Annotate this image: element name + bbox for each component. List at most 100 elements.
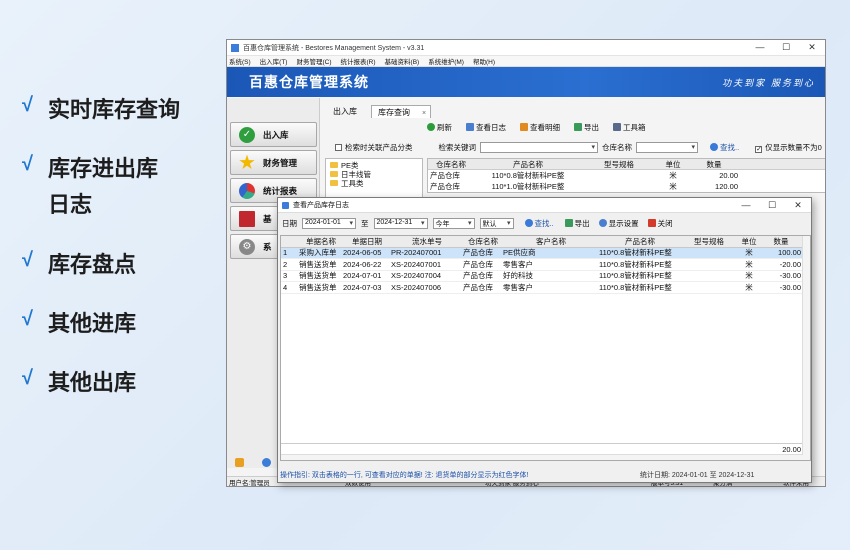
export-icon [574,123,582,131]
check-icon: √ [22,94,33,116]
view-detail-button[interactable]: 查看明细 [520,122,560,133]
display-settings-button[interactable]: 显示设置 [598,218,639,229]
dialog-status-bar: 操作指引: 双击表格的一行, 可查看对应的单据! 注: 退货单的部分显示为红色字… [278,469,811,481]
table-row[interactable]: 4 销售送货单 2024-07-03 XS-202407006 产品仓库 零售客… [281,282,810,294]
date-to-input[interactable]: 2024-12-31 [373,217,428,229]
date-from-input[interactable]: 2024-01-01 [302,217,356,229]
feature-stocktake: √ 库存盘点 [22,249,137,278]
search-icon [710,142,718,151]
warehouse-label: 仓库名称 [602,142,632,152]
dialog-titlebar: 查看产品库存日志 — ☐ ✕ [278,198,811,213]
detail-icon [520,123,528,131]
dialog-close-button[interactable]: 关闭 [647,218,673,229]
settings-icon [598,218,607,227]
table-row[interactable]: 3 销售送货单 2024-07-01 XS-202407004 产品仓库 好的科… [281,271,810,282]
stock-grid: 仓库名称 产品名称 型号规格 单位 数量 产品仓库 110*0.8管材新科PE整… [427,158,825,193]
folder-icon [330,162,338,168]
category-tree: PE类 日丰线管 工具类 [325,158,423,198]
menu-basic-data[interactable]: 基础资料(B) [385,56,420,66]
banner-slogan: 功夫到家 服务到心 [722,78,815,89]
table-row[interactable]: 2 销售送货单 2024-06-22 XS-202407001 产品仓库 零售客… [281,259,810,271]
related-category-checkbox[interactable]: 检索时关联产品分类 [335,142,413,153]
stock-log-dialog: 查看产品库存日志 — ☐ ✕ 日期 2024-01-01 至 2024-12-3… [277,197,812,483]
tab-stock-query[interactable]: 库存查询 × [371,105,432,118]
date-label: 日期 [282,218,297,228]
search-row: 检索时关联产品分类 检索关键词 仓库名称 查找.. 仅显示数量不为0 [335,140,825,154]
nav-inout-button[interactable]: ✓ 出入库 [230,122,317,147]
lock-icon[interactable] [235,458,244,467]
table-row[interactable]: 产品仓库 110*0.8管材新科PE整 米 20.00 [428,170,825,181]
toolbox-button[interactable]: 工具箱 [613,122,646,133]
menu-bar: 系统(S) 出入库(T) 财务管理(C) 统计报表(R) 基础资料(B) 系统维… [227,56,825,67]
maximize-icon[interactable]: ☐ [773,42,799,53]
dialog-app-icon [282,201,289,209]
app-icon [231,43,239,52]
dialog-find-button[interactable]: 查找.. [524,218,554,229]
check-icon: √ [22,367,33,389]
feature-realtime-query: √ 实时库存查询 [22,94,181,123]
tree-item-rifeng[interactable]: 日丰线管 [330,170,418,179]
to-label: 至 [361,218,369,228]
sort-select[interactable]: 默认 [479,217,514,229]
tab-close-icon[interactable]: × [422,110,426,117]
search-icon [524,218,533,227]
info-icon[interactable] [262,458,271,467]
keyword-input[interactable] [480,141,598,153]
window-title: 百惠仓库管理系统 - Bestores Management System - … [243,44,425,52]
toolbox-icon [613,123,621,131]
tab-inout[interactable]: 出入库 [327,105,363,118]
tree-item-tools[interactable]: 工具类 [330,179,418,188]
menu-reports[interactable]: 统计报表(R) [341,56,376,66]
feature-other-out: √ 其他出库 [22,367,137,396]
menu-inout[interactable]: 出入库(T) [260,56,288,66]
find-button[interactable]: 查找.. [710,142,739,153]
log-grid-header: 单据名称 单据日期 流水单号 仓库名称 客户名称 产品名称 型号规格 单位 数量 [281,236,810,248]
star-icon [239,154,255,170]
dialog-title: 查看产品库存日志 [293,202,349,209]
close-icon[interactable]: ✕ [799,42,825,53]
feature-other-in: √ 其他进库 [22,308,137,337]
horizontal-scrollbar[interactable] [281,454,803,460]
log-icon [466,123,474,131]
app-banner: 百惠仓库管理系统 功夫到家 服务到心 [227,67,825,97]
stat-date: 统计日期: 2024-01-01 至 2024-12-31 [640,472,755,479]
operation-hint: 操作指引: 双击表格的一行, 可查看对应的单据! 注: 退货单的部分显示为红色字… [280,472,529,479]
dialog-close-icon[interactable]: ✕ [785,200,811,211]
menu-help[interactable]: 帮助(H) [473,56,495,66]
check-icon: √ [22,308,33,330]
check-icon: √ [22,153,33,175]
folder-icon [330,180,338,186]
menu-finance[interactable]: 财务管理(C) [296,56,331,66]
feature-inout-log: √ 库存进出库 日志 [22,153,159,218]
tree-item-pe[interactable]: PE类 [330,161,418,170]
pie-chart-icon [239,182,255,199]
dialog-maximize-icon[interactable]: ☐ [759,200,785,211]
menu-maintenance[interactable]: 系统维护(M) [428,56,464,66]
vertical-scrollbar[interactable] [802,236,810,460]
export-button[interactable]: 导出 [574,122,599,133]
close-icon [647,218,656,227]
dialog-export-button[interactable]: 导出 [564,218,590,229]
only-nonzero-checkbox[interactable]: 仅显示数量不为0 [755,142,822,153]
warehouse-select[interactable] [636,141,698,153]
total-row: 20.00 [281,443,803,454]
table-row[interactable]: 产品仓库 110*1.0管材新科PE整 米 120.00 [428,181,825,192]
table-row[interactable]: 1 采购入库单 2024-06-05 PR-202407001 产品仓库 PE供… [281,247,810,259]
total-quantity: 20.00 [782,444,801,454]
stock-grid-header: 仓库名称 产品名称 型号规格 单位 数量 [428,159,825,170]
refresh-button[interactable]: 刷新 [427,122,452,133]
nav-finance-button[interactable]: 财务管理 [230,150,317,175]
log-grid: 单据名称 单据日期 流水单号 仓库名称 客户名称 产品名称 型号规格 单位 数量… [280,235,811,461]
minimize-icon[interactable]: — [747,42,773,53]
folder-icon [330,171,338,177]
check-icon: √ [22,249,33,271]
view-log-button[interactable]: 查看日志 [466,122,506,133]
check-circle-icon: ✓ [239,126,255,143]
window-titlebar: 百惠仓库管理系统 - Bestores Management System - … [227,40,825,56]
menu-system[interactable]: 系统(S) [229,56,251,66]
dialog-minimize-icon[interactable]: — [733,200,759,211]
tab-strip: 出入库 库存查询 × [327,105,439,118]
dialog-toolbar: 日期 2024-01-01 至 2024-12-31 今年 默认 查找.. 导出… [278,213,811,233]
period-select[interactable]: 今年 [432,217,475,229]
banner-title: 百惠仓库管理系统 [249,74,369,90]
